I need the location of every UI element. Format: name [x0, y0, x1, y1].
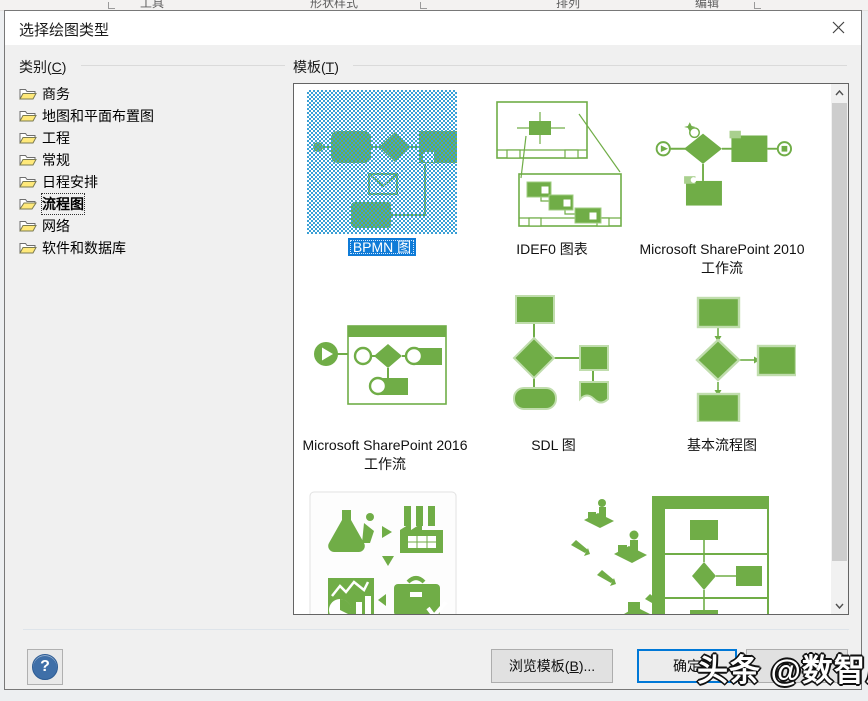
dialog-launcher-icon [108, 2, 115, 9]
close-icon [832, 21, 845, 34]
folder-icon [19, 87, 37, 101]
folder-icon [19, 153, 37, 167]
template-idef0-label[interactable]: IDEF0 图表 [466, 240, 638, 259]
cross-functional-flowchart-icon [652, 496, 782, 615]
category-item-engineering[interactable]: 工程 [19, 127, 154, 149]
choose-drawing-type-dialog: 选择绘图类型 类别(C) 模板(T) 商务 地图和平面布置图 工程 常规 [4, 10, 862, 690]
templates-group-label: 模板(T) [293, 57, 339, 77]
template-sdl-thumbnail[interactable] [490, 292, 616, 432]
folder-icon [19, 219, 37, 233]
idef0-diagram-icon [479, 94, 627, 232]
template-bpmn-label[interactable]: BPMN 图 [307, 238, 457, 257]
dialog-launcher-icon [420, 2, 427, 9]
template-sharepoint2010-thumbnail[interactable] [650, 110, 792, 214]
watermark: 头条 @数智风 [697, 645, 868, 690]
browse-templates-button[interactable]: 浏览模板(B)... [491, 649, 613, 683]
template-basic-flowchart-thumbnail[interactable] [646, 296, 796, 422]
template-partial-3-thumbnail[interactable] [652, 496, 782, 615]
sdl-diagram-icon [490, 292, 616, 432]
folder-icon [19, 241, 37, 255]
category-item-maps-floorplans[interactable]: 地图和平面布置图 [19, 105, 154, 127]
template-sharepoint2016-label[interactable]: Microsoft SharePoint 2016 工作流 [302, 436, 468, 474]
template-partial-1-thumbnail[interactable] [308, 490, 460, 615]
category-item-software-database[interactable]: 软件和数据库 [19, 237, 154, 259]
folder-icon [19, 131, 37, 145]
scrollbar-thumb[interactable] [832, 103, 847, 561]
template-sharepoint2010-label[interactable]: Microsoft SharePoint 2010 工作流 [638, 240, 806, 278]
dialog-titlebar[interactable]: 选择绘图类型 [5, 11, 861, 45]
category-item-network[interactable]: 网络 [19, 215, 154, 237]
templates-group-line [353, 65, 847, 66]
bpmn-diagram-icon [307, 90, 457, 234]
categories-group-line [81, 65, 285, 66]
template-basic-flowchart-label[interactable]: 基本流程图 [642, 436, 802, 455]
sharepoint2016-workflow-icon [310, 296, 456, 430]
category-list: 商务 地图和平面布置图 工程 常规 日程安排 流程图 网络 软件和数据库 [19, 83, 154, 259]
template-list: BPMN 图 [293, 83, 849, 615]
dialog-launcher-icon [754, 2, 761, 9]
folder-icon [19, 109, 37, 123]
template-bpmn-thumbnail[interactable] [307, 90, 457, 234]
sharepoint2010-workflow-icon [650, 110, 792, 214]
footer-separator [23, 629, 849, 630]
open-folder-icon [19, 197, 37, 211]
template-list-scrollbar[interactable] [831, 84, 848, 614]
chevron-up-icon [835, 90, 844, 96]
basic-flowchart-icon [646, 296, 796, 422]
template-sdl-label[interactable]: SDL 图 [476, 436, 631, 455]
categories-group-label: 类别(C) [19, 57, 66, 77]
template-sharepoint2016-thumbnail[interactable] [310, 296, 456, 430]
scroll-down-button[interactable] [831, 597, 848, 614]
chevron-down-icon [835, 603, 844, 609]
category-item-schedule[interactable]: 日程安排 [19, 171, 154, 193]
help-button[interactable]: ? [27, 649, 63, 685]
category-item-business[interactable]: 商务 [19, 83, 154, 105]
category-item-general[interactable]: 常规 [19, 149, 154, 171]
close-button[interactable] [823, 14, 853, 41]
scroll-up-button[interactable] [831, 84, 848, 101]
category-item-flowchart[interactable]: 流程图 [19, 193, 154, 215]
value-stream-icon [308, 490, 460, 615]
help-icon: ? [32, 654, 58, 680]
template-idef0-thumbnail[interactable] [479, 94, 627, 232]
folder-icon [19, 175, 37, 189]
dialog-title: 选择绘图类型 [19, 19, 109, 40]
